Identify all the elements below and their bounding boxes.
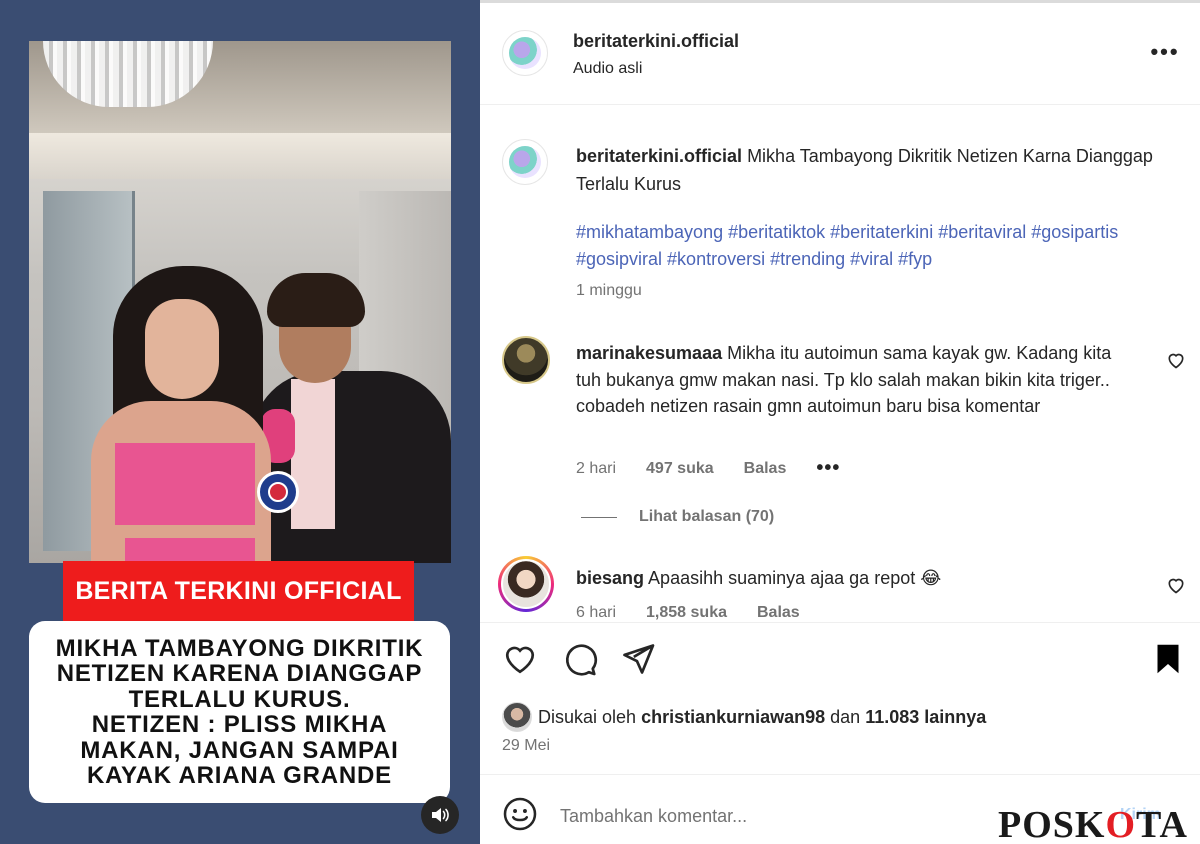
pink-dress: [115, 443, 255, 525]
audio-link[interactable]: Audio asli: [573, 60, 642, 78]
pink-skirt: [125, 538, 255, 563]
header-divider: [480, 104, 1200, 105]
author-username[interactable]: beritaterkini.official: [573, 31, 739, 52]
man-jacket: [251, 371, 451, 563]
comment-text-block: marinakesumaaa Mikha itu autoimun sama k…: [576, 340, 1136, 420]
caption-username[interactable]: beritaterkini.official: [576, 146, 742, 166]
reply-button[interactable]: Balas: [757, 604, 800, 622]
like-heart-icon[interactable]: [502, 641, 538, 677]
caption-time[interactable]: 1 minggu: [576, 282, 642, 300]
comment-body: Apaasihh suaminya ajaa ga repot 😂: [648, 568, 942, 588]
comment-input[interactable]: [560, 802, 980, 830]
man-hair: [267, 273, 365, 327]
comment-options-icon[interactable]: •••: [816, 457, 840, 480]
liked-count[interactable]: 11.083 lainnya: [865, 707, 986, 727]
composer-divider: [480, 774, 1200, 775]
top-border: [480, 0, 1200, 3]
emoji-icon[interactable]: [502, 796, 538, 832]
club-logo-icon: [257, 471, 299, 513]
bookmark-saved-icon[interactable]: [1150, 641, 1186, 677]
speaker-icon[interactable]: [421, 796, 459, 834]
man-shirt: [291, 379, 335, 529]
comment-meta: 2 hari 497 suka Balas •••: [576, 457, 870, 480]
comment-meta: 6 hari 1,858 suka Balas: [576, 604, 830, 622]
liked-by-text: Disukai oleh christiankurniawan98 dan 11…: [538, 707, 986, 728]
comment-likes[interactable]: 1,858 suka: [646, 604, 727, 622]
reel-media[interactable]: BERITA TERKINI OFFICIAL MIKHA TAMBAYONG …: [0, 0, 480, 844]
view-replies-button[interactable]: Lihat balasan (70): [581, 508, 774, 526]
caption-hashtags[interactable]: #mikhatambayong #beritatiktok #beritater…: [576, 219, 1166, 273]
comment-time[interactable]: 6 hari: [576, 604, 616, 622]
replies-line: [581, 516, 617, 518]
woman-face: [145, 299, 219, 399]
caption-avatar[interactable]: [502, 139, 548, 185]
commenter-avatar-story[interactable]: [498, 556, 554, 612]
heart-icon[interactable]: [1166, 350, 1186, 370]
headline-text: MIKHA TAMBAYONG DIKRITIK NETIZEN KARENA …: [55, 634, 424, 789]
liked-prefix: Disukai oleh: [538, 707, 642, 727]
brand-banner: BERITA TERKINI OFFICIAL: [63, 561, 414, 621]
liker-avatar[interactable]: [502, 702, 532, 732]
comment-username[interactable]: biesang: [576, 568, 644, 588]
headline-card: MIKHA TAMBAYONG DIKRITIK NETIZEN KARENA …: [29, 621, 450, 803]
comment-bubble-icon[interactable]: [562, 641, 598, 677]
liked-mid: dan: [825, 707, 866, 727]
view-replies-label[interactable]: Lihat balasan (70): [639, 508, 774, 526]
reply-button[interactable]: Balas: [744, 460, 787, 478]
comment-time[interactable]: 2 hari: [576, 460, 616, 478]
author-avatar[interactable]: [502, 30, 548, 76]
actions-divider: [480, 622, 1200, 623]
comment-likes[interactable]: 497 suka: [646, 460, 714, 478]
heart-icon[interactable]: [1166, 575, 1186, 595]
commenter-avatar[interactable]: [502, 336, 550, 384]
comment-text-block: biesang Apaasihh suaminya ajaa ga repot …: [576, 565, 1136, 592]
publisher-watermark: POSKOTA: [998, 804, 1188, 844]
post-date[interactable]: 29 Mei: [502, 737, 550, 755]
more-horizontal-icon[interactable]: •••: [1148, 40, 1182, 64]
reel-video-frame[interactable]: [29, 41, 451, 563]
liked-user[interactable]: christiankurniawan98: [641, 707, 825, 727]
share-send-icon[interactable]: [620, 641, 656, 677]
post-details-panel: beritaterkini.official Audio asli ••• be…: [480, 0, 1200, 844]
comment-username[interactable]: marinakesumaaa: [576, 343, 722, 363]
caption: beritaterkini.official Mikha Tambayong D…: [576, 142, 1156, 198]
ceiling-cove: [29, 133, 451, 179]
